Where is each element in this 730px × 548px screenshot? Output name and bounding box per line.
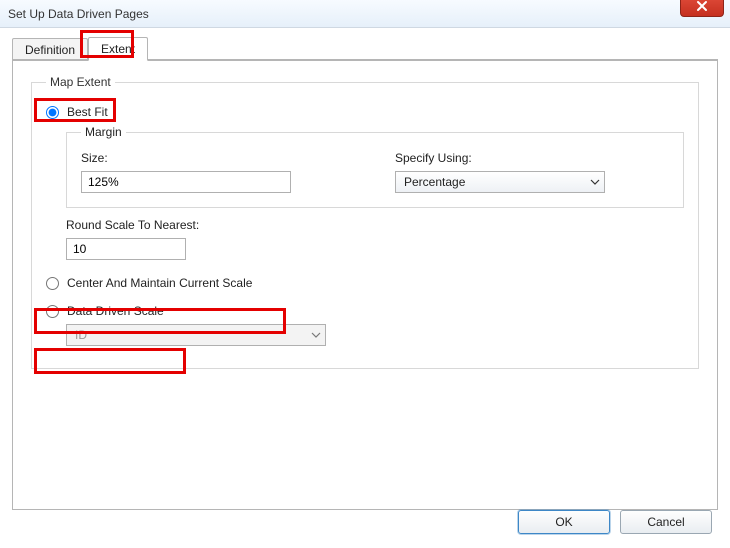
radio-data-driven-scale-label: Data Driven Scale [67,304,164,318]
ok-button[interactable]: OK [518,510,610,534]
dialog-panel: Map Extent Best Fit Margin Size: Specify… [12,60,718,510]
radio-center-maintain[interactable] [46,277,59,290]
radio-data-driven-scale[interactable] [46,305,59,318]
radio-data-driven-scale-row: Data Driven Scale [46,304,684,318]
margin-legend: Margin [81,125,126,139]
tab-extent[interactable]: Extent [88,37,148,61]
specify-using-value: Percentage [404,175,465,189]
cancel-button[interactable]: Cancel [620,510,712,534]
close-icon [696,0,708,12]
round-scale-input[interactable] [66,238,186,260]
close-button[interactable] [680,0,724,17]
radio-best-fit[interactable] [46,106,59,119]
tab-definition[interactable]: Definition [12,38,88,61]
round-scale-label: Round Scale To Nearest: [66,218,684,232]
specify-using-label: Specify Using: [395,151,669,165]
specify-using-select[interactable]: Percentage [395,171,605,193]
tab-strip: Definition Extent [0,28,730,60]
data-driven-scale-field-select[interactable]: ID [66,324,326,346]
radio-center-maintain-label: Center And Maintain Current Scale [67,276,252,290]
margin-group: Margin Size: Specify Using: Percentage [66,125,684,208]
size-input[interactable] [81,171,291,193]
radio-center-maintain-row: Center And Maintain Current Scale [46,276,684,290]
window-title: Set Up Data Driven Pages [8,7,149,21]
titlebar: Set Up Data Driven Pages [0,0,730,28]
size-label: Size: [81,151,355,165]
chevron-down-icon [590,177,600,187]
map-extent-group: Map Extent Best Fit Margin Size: Specify… [31,75,699,369]
map-extent-legend: Map Extent [46,75,115,89]
dialog-footer: OK Cancel [518,510,712,534]
cancel-button-label: Cancel [647,515,684,529]
round-scale-block: Round Scale To Nearest: [66,218,684,260]
chevron-down-icon [311,330,321,340]
tab-extent-label: Extent [101,42,135,56]
radio-best-fit-label: Best Fit [67,105,108,119]
radio-best-fit-row: Best Fit [46,105,684,119]
data-driven-scale-field-value: ID [75,328,87,342]
tab-definition-label: Definition [25,43,75,57]
ok-button-label: OK [555,515,572,529]
